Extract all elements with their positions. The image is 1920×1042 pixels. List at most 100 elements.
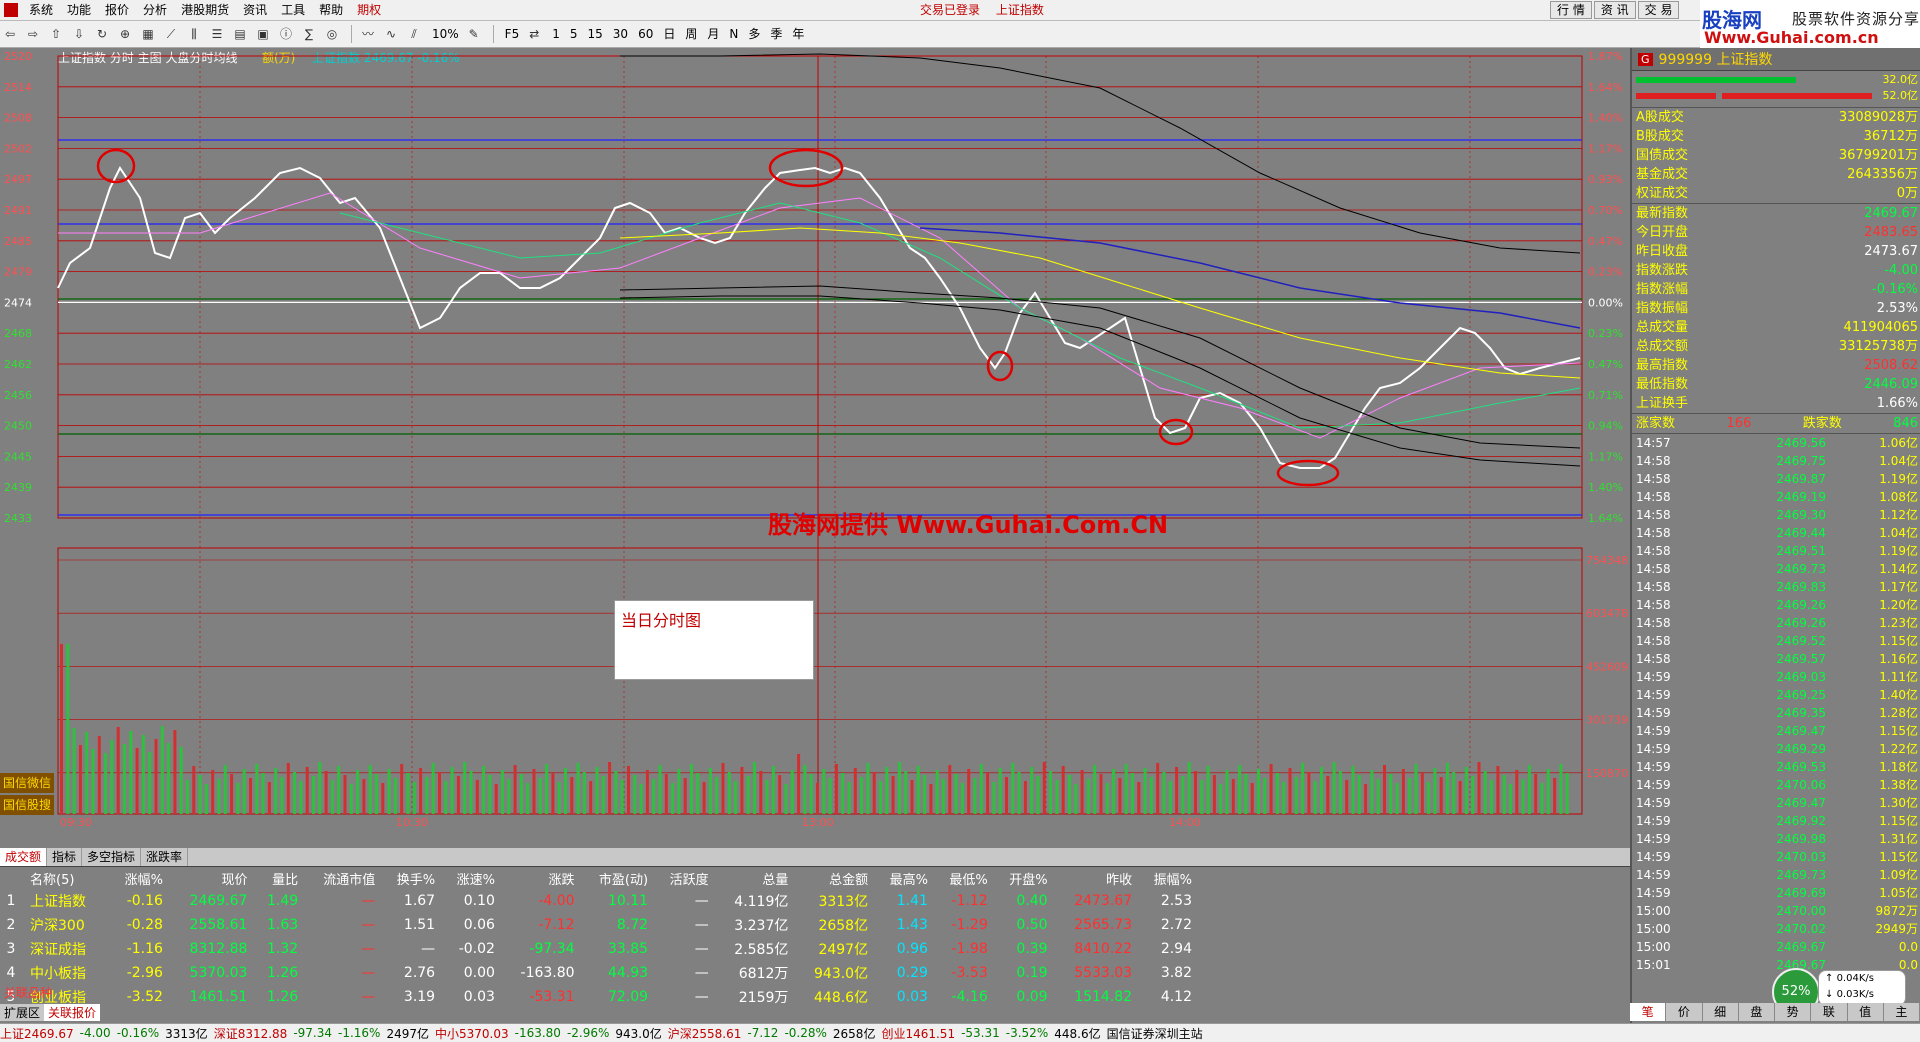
column-header[interactable]: 昨收 [1056,867,1141,889]
app-icon[interactable] [4,3,18,17]
menu-hk-futures[interactable]: 港股期货 [174,0,236,20]
refresh-icon[interactable]: ↻ [92,25,112,43]
group-badge[interactable]: G [1638,52,1653,66]
period-multi[interactable]: 多 [743,25,765,43]
period-60[interactable]: 60 [633,25,658,43]
menu-options[interactable]: 期权 [350,0,388,20]
tab-advance-decline[interactable]: 涨跌率 [141,848,189,866]
forward-arrow-icon[interactable]: ⇨ [23,25,43,43]
menu-tools[interactable]: 工具 [274,0,312,20]
trend-icon[interactable]: 〰 [358,25,378,43]
guoxin-wechat-button[interactable]: 国信微信 [0,773,54,793]
intraday-chart-canvas[interactable]: 上证指数 分时 主图 大盘分时均线 额(万) 上证指数 2469.67 -0.1… [0,48,1630,848]
switch-icon[interactable]: ⇄ [524,25,544,43]
column-header[interactable]: 流通市值 [306,867,383,889]
down-arrow-icon[interactable]: ⇩ [69,25,89,43]
info-icon[interactable]: ⓘ [276,25,296,43]
panel-tab[interactable]: 主 [1884,1003,1920,1021]
tab-indicator[interactable]: 指标 [47,848,83,866]
volume-bar [1464,767,1468,814]
menu-function[interactable]: 功能 [60,0,98,20]
compare-icon[interactable]: ⫽ [404,25,424,43]
period-quarter[interactable]: 季 [765,25,787,43]
grid-icon[interactable]: ▦ [138,25,158,43]
period-15[interactable]: 15 [583,25,608,43]
table-cell: 3313亿 [818,894,869,910]
column-header[interactable]: 总金额 [796,867,876,889]
column-header[interactable]: 涨速% [443,867,503,889]
period-30[interactable]: 30 [608,25,633,43]
tab-related-quotes[interactable]: 关联报价 [44,1004,101,1021]
tick-list[interactable]: 14:57 2469.56 1.06亿 14:58 2469.75 1.04亿 14:58 2… [1632,434,1920,974]
column-header[interactable]: 活跃度 [656,867,717,889]
market-button[interactable]: 行 情 [1550,1,1592,19]
menu-news[interactable]: 资讯 [236,0,274,20]
up-arrow-icon[interactable]: ⇧ [46,25,66,43]
tab-longshort[interactable]: 多空指标 [82,848,142,866]
period-day[interactable]: 日 [658,25,680,43]
right-tick-label: 1.87% [1588,50,1623,63]
menu-system[interactable]: 系统 [22,0,60,20]
column-header[interactable]: 最高% [876,867,936,889]
table-row[interactable]: 2 沪深300 -0.28 2558.61 1.63 — 1.51 0.06 -7.12 8.72… [0,913,1200,937]
column-header[interactable]: 最低% [936,867,996,889]
panel-tab[interactable]: 值 [1848,1003,1884,1021]
column-header[interactable]: 换手% [383,867,443,889]
kline-icon[interactable]: ⫼ [184,25,204,43]
menu-help[interactable]: 帮助 [312,0,350,20]
tick-volume: 1.08亿 [1879,490,1918,504]
column-header[interactable]: 名称(5) [29,867,111,889]
volume-bar [658,765,662,814]
trade-button[interactable]: 交 易 [1637,1,1680,19]
percent-button[interactable]: 10% [427,25,464,43]
tab-extension[interactable]: 扩展区 [0,1004,45,1021]
panel-tab[interactable]: 盘 [1739,1003,1775,1021]
pen-icon[interactable]: ✎ [464,25,484,43]
news-icon[interactable]: ▣ [253,25,273,43]
menu-quote[interactable]: 报价 [98,0,136,20]
volume-bar [1521,779,1525,814]
column-header[interactable]: 市盈(动) [583,867,656,889]
time-label: 13:00 [802,816,834,829]
line-chart-icon[interactable]: ⟋ [161,25,181,43]
volume-bar [998,768,1002,814]
net-speed: ↑ 0.04K/s ↓ 0.03K/s [1818,970,1906,1006]
news-button[interactable]: 资 讯 [1593,1,1636,19]
panel-tab[interactable]: 势 [1775,1003,1812,1021]
period-1[interactable]: 1 [547,25,565,43]
panel-tab[interactable]: 联 [1811,1003,1848,1021]
f5-button[interactable]: F5 [500,25,525,43]
target-icon[interactable]: ◎ [322,25,342,43]
tick-price: 2469.51 [1776,544,1826,558]
table-row[interactable]: 3 深证成指 -1.16 8312.88 1.32 — — -0.02 -97.34 33.85 —… [0,937,1200,961]
calc-icon[interactable]: ∑ [299,25,319,43]
column-header[interactable]: 涨幅% [111,867,171,889]
wave-icon[interactable]: ∿ [381,25,401,43]
panel-tab[interactable]: 细 [1703,1003,1739,1021]
intraday-chart[interactable]: 上证指数 分时 主图 大盘分时均线 额(万) 上证指数 2469.67 -0.1… [0,48,1630,848]
table-row[interactable]: 4 中小板指 -2.96 5370.03 1.26 — 2.76 0.00 -163.80 44.… [0,961,1200,985]
period-5[interactable]: 5 [565,25,583,43]
guoxin-search-button[interactable]: 国信股搜 [0,795,54,815]
zoom-icon[interactable]: ⊕ [115,25,135,43]
column-header[interactable]: 涨跌 [503,867,583,889]
period-week[interactable]: 周 [680,25,702,43]
table-icon[interactable]: ▤ [230,25,250,43]
panel-tab[interactable]: 笔 [1630,1003,1667,1021]
list-icon[interactable]: ☰ [207,25,227,43]
period-month[interactable]: 月 [702,25,724,43]
menu-analysis[interactable]: 分析 [136,0,174,20]
panel-tab[interactable]: 价 [1666,1003,1703,1021]
column-header[interactable]: 振幅% [1140,867,1200,889]
column-header[interactable]: 现价 [171,867,256,889]
table-row[interactable]: 1 上证指数 -0.16 2469.67 1.49 — 1.67 0.10 -4.00 10.11… [0,889,1200,913]
period-n[interactable]: N [724,25,743,43]
sell-bar-2 [1722,93,1872,99]
column-header[interactable]: 开盘% [996,867,1056,889]
tab-turnover[interactable]: 成交额 [0,848,48,866]
column-header[interactable]: 总量 [717,867,797,889]
back-arrow-icon[interactable]: ⇦ [0,25,20,43]
table-row[interactable]: 5 创业板指 -3.52 1461.51 1.26—3.19 0.03 -53.31 72.0… [0,985,1200,1009]
period-year[interactable]: 年 [787,25,809,43]
column-header[interactable]: 量比 [255,867,306,889]
